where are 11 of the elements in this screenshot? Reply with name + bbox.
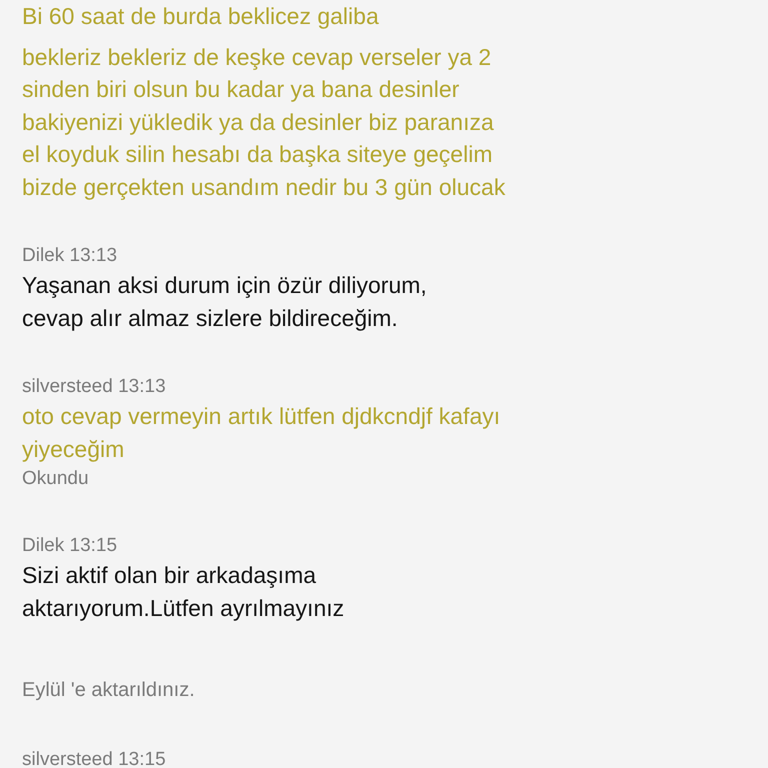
message-text: Sizi aktif olan bir arkadaşıma aktarıyorum.Lütfen ayrılmayınız	[22, 561, 346, 623]
message-meta: silversteed 13:15	[22, 748, 166, 768]
message-text: bekleriz bekleriz de keşke cevap verseler ya 2 sinden biri olsun bu kadar ya bana desinler bakiyenizi yükledik ya da desinler biz paranıza el koyduk silin hesabı da başka siteye geçelim bizde gerçekten usandım nedir bu 3 gün olucak	[22, 42, 506, 202]
message-text: Yaşanan aksi durum için özür diliyorum, cevap alır almaz sizlere bildireceğim.	[22, 271, 428, 333]
message-meta: Dilek 13:15	[22, 534, 118, 558]
system-message: Eylül 'e aktarıldınız.	[22, 678, 195, 703]
read-status: Okundu	[22, 467, 89, 491]
message-text: Bi 60 saat de burda beklicez galiba	[22, 2, 379, 31]
message-text: oto cevap vermeyin artık lütfen djdkcndjf kafayı yiyeceğim	[22, 402, 502, 464]
message-meta: Dilek 13:13	[22, 244, 118, 268]
message-meta: silversteed 13:13	[22, 375, 166, 399]
